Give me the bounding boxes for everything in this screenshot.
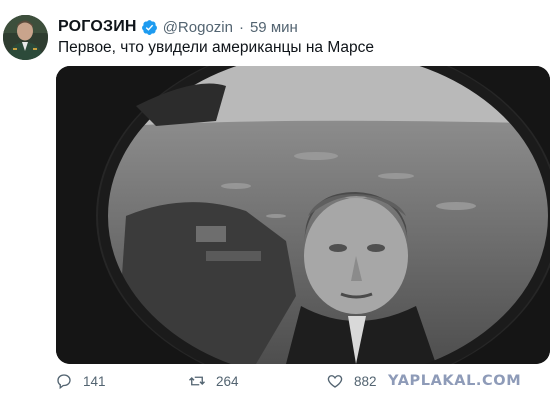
heart-icon xyxy=(327,375,343,388)
user-avatar[interactable] xyxy=(3,15,48,60)
tweet-header: РОГОЗИН @Rogozin · 59 мин xyxy=(58,17,298,37)
verified-badge-icon xyxy=(141,19,157,35)
display-name[interactable]: РОГОЗИН xyxy=(58,18,137,36)
site-watermark: YAPLAKAL.COM xyxy=(388,373,522,389)
mars-selfie-photo xyxy=(56,66,550,364)
tweet-card: РОГОЗИН @Rogozin · 59 мин Первое, что ув… xyxy=(0,0,550,412)
tweet-text: Первое, что увидели американцы на Марсе xyxy=(58,39,375,56)
avatar-image xyxy=(3,15,48,60)
reply-icon xyxy=(57,374,71,390)
retweet-button[interactable]: 264 xyxy=(188,372,239,390)
retweet-icon xyxy=(189,376,205,386)
user-handle[interactable]: @Rogozin xyxy=(163,19,233,36)
tweet-time[interactable]: 59 мин xyxy=(250,19,298,36)
like-count: 882 xyxy=(354,373,377,389)
reply-count: 141 xyxy=(83,373,106,389)
like-button[interactable]: 882 xyxy=(326,372,377,390)
reply-button[interactable]: 141 xyxy=(55,372,106,390)
retweet-count: 264 xyxy=(216,373,239,389)
separator-dot: · xyxy=(238,18,244,36)
tweet-image[interactable] xyxy=(56,66,550,364)
